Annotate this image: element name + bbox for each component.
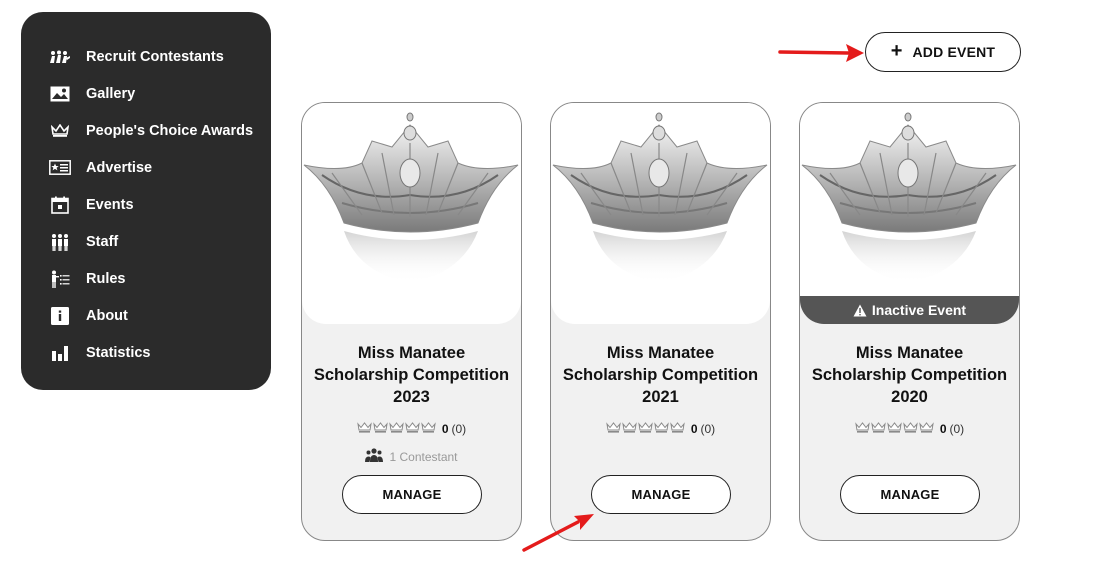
event-rating: 0 (0) — [551, 420, 770, 438]
event-image[interactable] — [302, 103, 521, 324]
info-icon — [49, 306, 71, 326]
rating-value: 0 — [690, 422, 698, 436]
contestant-count: 1 Contestant — [302, 448, 521, 466]
annotation-arrow-icon — [522, 514, 594, 552]
sidebar-item-rules[interactable]: Rules — [21, 260, 271, 297]
rating-crown-icon — [606, 420, 621, 438]
rules-icon — [49, 269, 71, 289]
rating-crown-icon — [638, 420, 653, 438]
rating-crown-icon — [919, 420, 934, 438]
event-rating: 0 (0) — [302, 420, 521, 438]
event-image[interactable] — [551, 103, 770, 324]
sidebar-item-gallery[interactable]: Gallery — [21, 75, 271, 112]
manage-button[interactable]: MANAGE — [342, 475, 482, 514]
add-event-label: ADD EVENT — [912, 44, 996, 60]
sidebar-item-staff[interactable]: Staff — [21, 223, 271, 260]
event-title: Miss Manatee Scholarship Competition 202… — [313, 344, 510, 406]
contestant-count-label: 1 Contestant — [389, 450, 458, 464]
sidebar: Recruit Contestants Gallery People's Cho… — [21, 12, 271, 390]
rating-crown-icon — [421, 420, 436, 438]
rating-crown-icon — [887, 420, 902, 438]
crown-icon — [49, 121, 71, 141]
sidebar-item-label: Statistics — [86, 344, 151, 361]
rating-crown-icon — [903, 420, 918, 438]
gallery-icon — [49, 84, 71, 104]
inactive-event-label: Inactive Event — [871, 302, 967, 318]
sidebar-item-label: Events — [86, 196, 134, 213]
rating-crown-icon — [389, 420, 404, 438]
rating-crown-icon — [357, 420, 372, 438]
sidebar-item-events[interactable]: Events — [21, 186, 271, 223]
manage-button[interactable]: MANAGE — [840, 475, 980, 514]
rating-crowns — [357, 420, 436, 438]
rating-crown-icon — [622, 420, 637, 438]
plus-icon: + — [890, 40, 903, 62]
rating-count: (0) — [949, 422, 965, 436]
rating-crown-icon — [871, 420, 886, 438]
add-event-button[interactable]: + ADD EVENT — [865, 32, 1021, 72]
rating-count: (0) — [700, 422, 716, 436]
rating-crown-icon — [654, 420, 669, 438]
event-rating: 0 (0) — [800, 420, 1019, 438]
inactive-event-badge: Inactive Event — [800, 296, 1019, 324]
sidebar-item-label: Gallery — [86, 85, 136, 102]
rating-crown-icon — [405, 420, 420, 438]
sidebar-item-label: Recruit Contestants — [86, 48, 224, 65]
sidebar-item-label: Advertise — [86, 159, 153, 176]
annotation-arrow-icon — [778, 44, 864, 62]
sidebar-item-label: Rules — [86, 270, 126, 287]
warning-icon — [853, 304, 867, 317]
sidebar-item-label: Staff — [86, 233, 119, 250]
sidebar-item-label: People's Choice Awards — [86, 122, 254, 139]
bar-chart-icon — [49, 343, 71, 363]
rating-crown-icon — [855, 420, 870, 438]
sidebar-item-about[interactable]: About — [21, 297, 271, 334]
sidebar-item-label: About — [86, 307, 128, 324]
recruit-icon — [49, 47, 71, 67]
rating-crown-icon — [670, 420, 685, 438]
event-card: Miss Manatee Scholarship Competition 202… — [550, 102, 771, 541]
rating-value: 0 — [441, 422, 449, 436]
rating-count: (0) — [451, 422, 467, 436]
rating-crown-icon — [373, 420, 388, 438]
sidebar-item-advertise[interactable]: Advertise — [21, 149, 271, 186]
sidebar-item-recruit-contestants[interactable]: Recruit Contestants — [21, 38, 271, 75]
rating-value: 0 — [939, 422, 947, 436]
staff-icon — [49, 232, 71, 252]
rating-crowns — [855, 420, 934, 438]
event-title: Miss Manatee Scholarship Competition 202… — [811, 344, 1008, 406]
event-card: Miss Manatee Scholarship Competition 202… — [301, 102, 522, 541]
contestants-icon — [365, 448, 384, 466]
advertise-icon — [49, 158, 71, 178]
sidebar-item-peoples-choice-awards[interactable]: People's Choice Awards — [21, 112, 271, 149]
event-card: Inactive Event Miss Manatee Scholarship … — [799, 102, 1020, 541]
event-title: Miss Manatee Scholarship Competition 202… — [562, 344, 759, 406]
calendar-icon — [49, 195, 71, 215]
manage-button[interactable]: MANAGE — [591, 475, 731, 514]
sidebar-item-statistics[interactable]: Statistics — [21, 334, 271, 371]
event-image[interactable]: Inactive Event — [800, 103, 1019, 324]
rating-crowns — [606, 420, 685, 438]
